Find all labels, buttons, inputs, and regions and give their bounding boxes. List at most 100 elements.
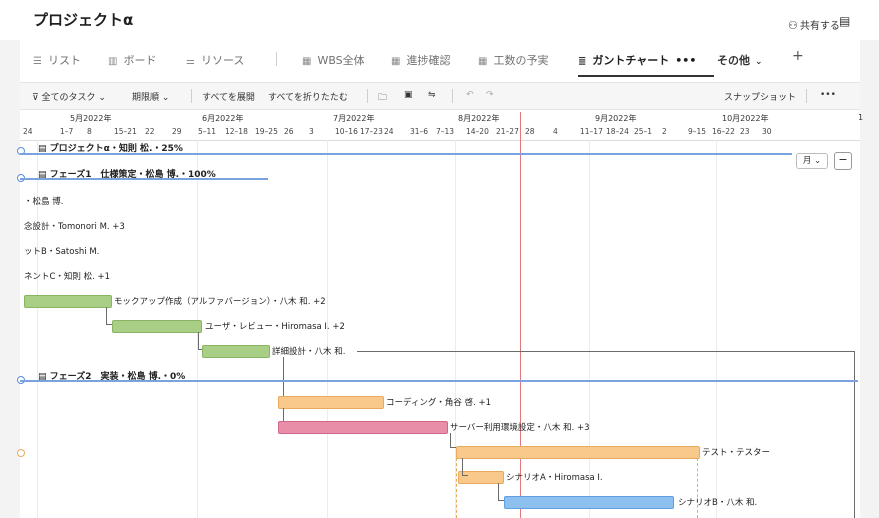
task-label: テスト・テスター: [702, 448, 771, 458]
folder-icon[interactable]: 🗀: [378, 90, 387, 106]
tab-board[interactable]: ▥ ボード: [108, 52, 156, 68]
more-icon[interactable]: •••: [675, 54, 696, 67]
share-icon: ⚇: [788, 19, 798, 32]
task-label: シナリオA・Hiromasa I.: [506, 473, 603, 483]
share-label: 共有する: [799, 21, 840, 32]
mockup-bar[interactable]: [24, 295, 112, 308]
week-label: 21–27: [496, 127, 519, 136]
scale-select[interactable]: 月 ⌄: [796, 153, 828, 169]
week-label: 5–11: [198, 127, 217, 136]
more-icon[interactable]: •••: [820, 90, 836, 100]
calendar-icon[interactable]: ▣: [404, 90, 413, 100]
task-row[interactable]: ネントC・知則 松. +1: [24, 270, 110, 282]
review-bar[interactable]: [112, 320, 202, 333]
gantt-icon: ≣: [578, 56, 587, 67]
week-label: 22: [145, 127, 155, 136]
zoom-out-button[interactable]: −: [834, 152, 852, 170]
toolbar-separator: [806, 89, 807, 103]
toolbar-separator: [452, 89, 453, 103]
week-label: 8: [87, 127, 92, 136]
week-label: 11–17: [580, 127, 603, 136]
week-label: 26: [284, 127, 294, 136]
collapse-all-button[interactable]: すべてを折りたたむ: [268, 90, 348, 103]
week-label: 12–18: [225, 127, 248, 136]
tab-resource[interactable]: ⚌ リソース: [186, 52, 244, 68]
task-label: サーバー利用環境設定・八木 和. +3: [450, 423, 590, 433]
week-label: 10–16: [335, 127, 358, 136]
task-row[interactable]: ットB・Satoshi M.: [24, 245, 99, 257]
redo-icon[interactable]: ↷: [486, 90, 494, 100]
phase1-summary-bar[interactable]: [20, 178, 268, 180]
notes-icon[interactable]: ▤: [839, 14, 850, 28]
tab-other[interactable]: その他 ⌄: [717, 52, 763, 68]
share-button[interactable]: ⚇ 共有する: [788, 17, 840, 32]
list-icon: ☰: [33, 56, 42, 67]
month-label: 7月2022年: [333, 114, 375, 123]
tab-progress[interactable]: ▦ 進捗確認: [391, 52, 450, 68]
week-label: 23: [740, 127, 750, 136]
task-label: モックアップ作成（アルファバージョン）・八木 和. +2: [114, 297, 326, 307]
week-label: 15–21: [114, 127, 137, 136]
tab-list[interactable]: ☰ リスト: [33, 52, 81, 68]
snapshot-button[interactable]: スナップショット: [724, 90, 796, 103]
active-tab-underline: [578, 75, 714, 77]
dependency-connector: [283, 357, 285, 397]
toolbar-separator: [367, 89, 368, 103]
task-label: ユーザ・レビュー・Hiromasa I. +2: [205, 322, 345, 332]
week-label: 2: [662, 127, 667, 136]
month-label: 1: [858, 113, 864, 122]
undo-icon[interactable]: ↶: [466, 90, 474, 100]
tab-bar: ☰ リスト ▥ ボード ⚌ リソース ▦ WBS全体 ▦ 進捗確認 ▦ 工数の予実 ≣ ガント…: [20, 42, 860, 78]
week-label: 3: [309, 127, 314, 136]
gantt-toolbar: ⊽ 全てのタスク ⌄ 期限順 ⌄ すべてを展開 すべてを折りたたむ 🗀 ▣ ⇋ …: [20, 82, 860, 110]
page-title: プロジェクトα: [33, 11, 134, 29]
month-label: 6月2022年: [202, 114, 244, 123]
filter-icon: ⊽: [32, 93, 39, 103]
dependency-connector: [283, 408, 285, 421]
project-summary-bar[interactable]: [20, 153, 792, 155]
tab-effort[interactable]: ▦ 工数の予実: [478, 52, 548, 68]
sort-button[interactable]: 期限順 ⌄: [132, 90, 169, 103]
week-label: 28: [525, 127, 535, 136]
tab-separator: [276, 52, 277, 66]
week-label: 14–20: [466, 127, 489, 136]
tab-wbs[interactable]: ▦ WBS全体: [302, 52, 365, 68]
table-icon: ▦: [302, 56, 312, 67]
task-label: コーディング・角谷 啓. +1: [386, 398, 492, 408]
month-label: 8月2022年: [458, 114, 500, 123]
coding-bar[interactable]: [278, 396, 384, 409]
week-label: 17–23: [360, 127, 383, 136]
expand-all-button[interactable]: すべてを展開: [202, 90, 255, 103]
week-label: 25–1: [634, 127, 653, 136]
week-label: 18–24: [606, 127, 629, 136]
week-label: 31–6: [410, 127, 429, 136]
group-outline: [456, 458, 698, 518]
chevron-down-icon: ⌄: [755, 57, 763, 67]
task-row[interactable]: 念設計・Tomonori M. +3: [24, 220, 125, 232]
month-label: 10月2022年: [722, 114, 769, 123]
toolbar-separator: [191, 89, 192, 103]
scenarioB-bar[interactable]: [504, 496, 674, 509]
resource-icon: ⚌: [186, 56, 195, 67]
week-label: 24: [384, 127, 394, 136]
timeline-header: 5月2022年 6月2022年 7月2022年 8月2022年 9月2022年 …: [20, 110, 864, 141]
board-icon: ▥: [108, 56, 118, 67]
task-label: 詳細設計・八木 和.: [272, 347, 346, 357]
filter-button[interactable]: ⊽ 全てのタスク ⌄: [32, 90, 106, 103]
tab-gantt[interactable]: ≣ ガントチャート •••: [578, 52, 696, 68]
table-icon: ▦: [391, 56, 401, 67]
week-label: 9–15: [688, 127, 707, 136]
scroll-handle-left[interactable]: [17, 449, 25, 457]
phase2-summary-bar[interactable]: [20, 380, 858, 382]
add-tab-icon[interactable]: +: [792, 48, 804, 64]
server-setup-bar[interactable]: [278, 421, 448, 434]
task-label: シナリオB・八木 和.: [678, 498, 758, 508]
month-label: 9月2022年: [595, 114, 637, 123]
task-row[interactable]: ・松島 博.: [24, 195, 63, 207]
table-icon: ▦: [478, 56, 488, 67]
week-label: 19–25: [255, 127, 278, 136]
baseline-icon[interactable]: ⇋: [428, 90, 436, 100]
week-label: 7–13: [436, 127, 455, 136]
detail-design-bar[interactable]: [202, 345, 270, 358]
dependency-connector: [462, 458, 468, 476]
